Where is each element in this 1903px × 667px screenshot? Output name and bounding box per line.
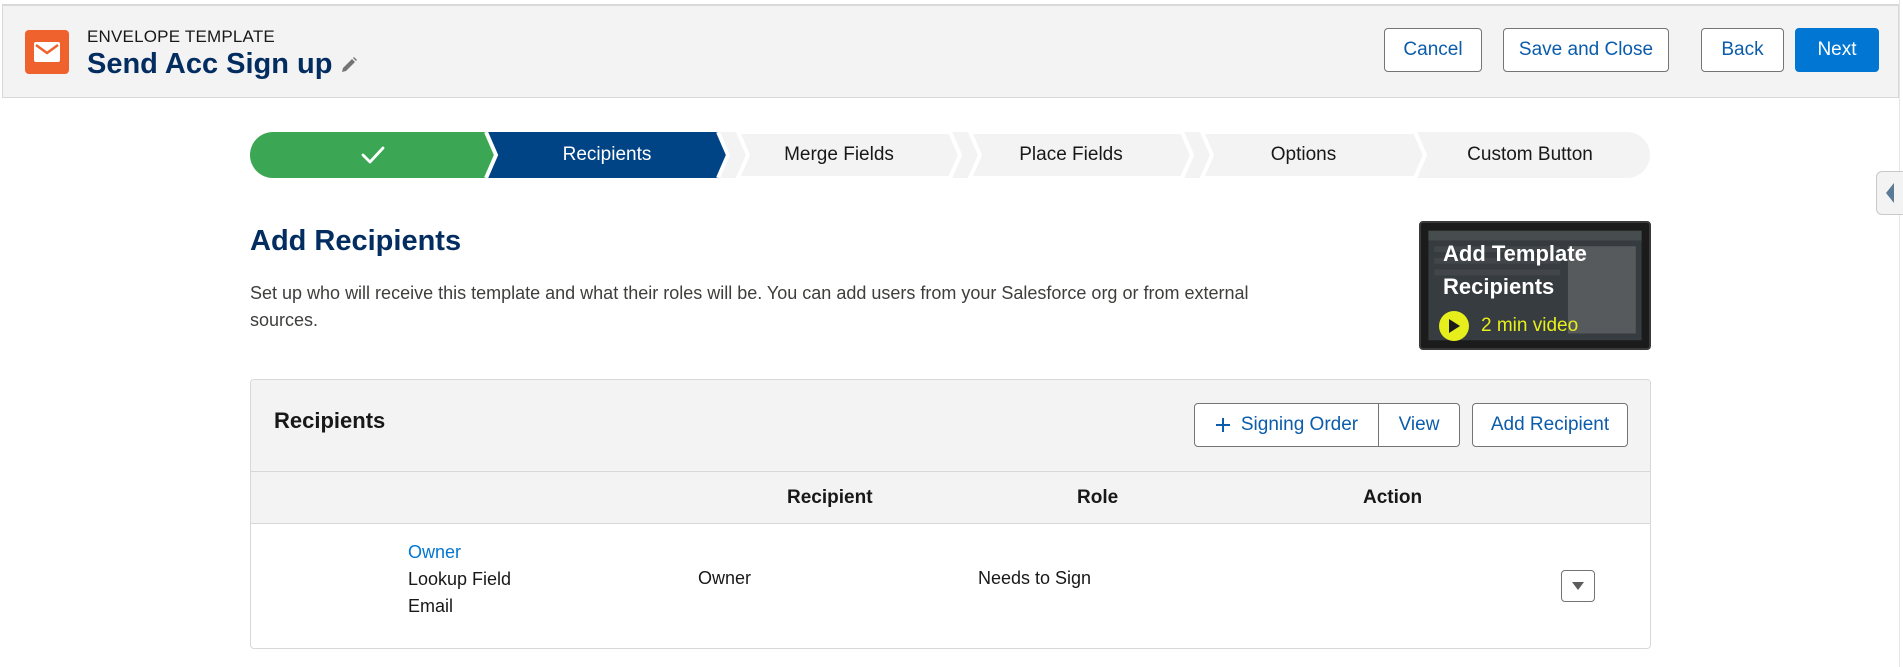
video-tile[interactable]: Add Template Recipients 2 min video [1419, 221, 1651, 350]
next-button[interactable]: Next [1795, 28, 1879, 72]
section-description: Set up who will receive this template an… [250, 283, 1249, 330]
add-recipient-button[interactable]: Add Recipient [1472, 403, 1628, 447]
save-and-close-button[interactable]: Save and Close [1503, 28, 1669, 72]
chevron-down-icon [1572, 582, 1584, 590]
section-heading: Add Recipients [250, 225, 462, 257]
progress-path: Recipients Merge Fields Place Fields Opt… [250, 132, 1650, 178]
plus-icon [1215, 417, 1231, 433]
header-eyebrow: ENVELOPE TEMPLATE [87, 27, 275, 46]
page-edge-divider [1899, 0, 1900, 667]
card-title: Recipients [274, 408, 386, 433]
role-cell: Needs to Sign [978, 568, 1092, 588]
stage-place-fields[interactable]: Place Fields [960, 132, 1182, 178]
signing-order-label: Signing Order [1240, 414, 1359, 435]
signing-order-button[interactable]: Signing Order [1195, 404, 1379, 446]
stage-options[interactable]: Options [1192, 132, 1415, 178]
table-row: Owner Lookup Field Email Owner Needs to … [251, 524, 1650, 648]
video-duration: 2 min video [1481, 315, 1579, 336]
card-header: Recipients Signing Order View Add Recipi… [251, 380, 1650, 472]
recipient-cell: Owner [698, 568, 752, 588]
page-title: Send Acc Sign up [87, 48, 358, 81]
recipients-card: Recipients Signing Order View Add Recipi… [250, 379, 1651, 649]
chevron-left-icon [1886, 183, 1894, 203]
page-header: ENVELOPE TEMPLATE Send Acc Sign up Cance… [2, 4, 1899, 98]
stage-merge-fields[interactable]: Merge Fields [728, 132, 950, 178]
stage-shape-complete[interactable] [250, 132, 496, 178]
back-button[interactable]: Back [1701, 28, 1784, 72]
envelope-icon [25, 30, 69, 74]
app-root: ENVELOPE TEMPLATE Send Acc Sign up Cance… [0, 0, 1903, 667]
cancel-button[interactable]: Cancel [1384, 28, 1482, 72]
video-title: Add Template Recipients [1443, 241, 1587, 299]
signing-order-view-button-group: Signing Order View [1194, 403, 1460, 447]
play-icon[interactable] [1439, 311, 1469, 341]
column-header-action: Action [1363, 487, 1423, 508]
row-action-menu-button[interactable] [1561, 570, 1595, 602]
template-name: Send Acc Sign up [87, 48, 333, 80]
side-panel-toggle[interactable] [1876, 171, 1903, 215]
recipient-source-field: Email [408, 596, 454, 616]
recipient-name-link[interactable]: Owner [408, 542, 461, 563]
stage-recipients[interactable]: Recipients [496, 132, 718, 178]
column-header-recipient: Recipient [787, 487, 873, 508]
table-header: Recipient Role Action [251, 472, 1650, 524]
recipient-source-type: Lookup Field [408, 569, 512, 589]
view-button[interactable]: View [1379, 404, 1459, 446]
edit-pencil-icon[interactable] [340, 56, 358, 74]
column-header-role: Role [1077, 487, 1119, 508]
stage-custom-button[interactable]: Custom Button [1425, 132, 1635, 178]
